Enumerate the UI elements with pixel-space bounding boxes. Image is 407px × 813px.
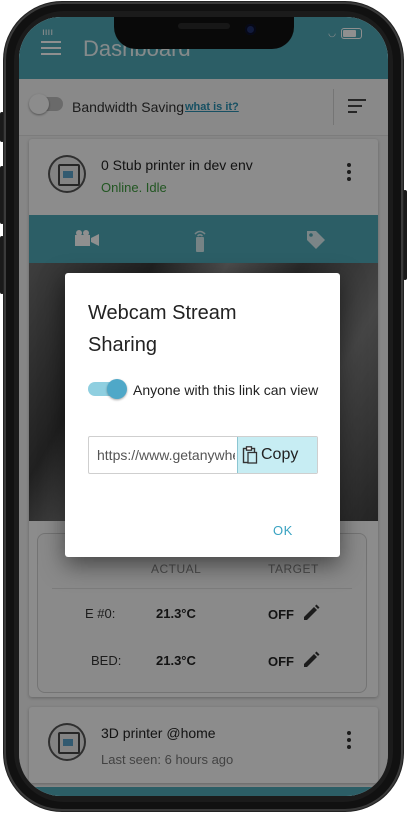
dialog-title: Webcam Stream Sharing	[88, 302, 237, 356]
link-sharing-toggle[interactable]	[88, 379, 127, 399]
screen: ıııı ◡ Dashboard Bandwidth Saving what i…	[19, 17, 388, 796]
webcam-sharing-dialog: Webcam Stream Sharing Anyone with this l…	[65, 273, 340, 557]
share-link-input[interactable]	[89, 437, 235, 473]
copy-label: Copy	[261, 446, 299, 463]
power-button	[403, 190, 407, 280]
copy-button[interactable]: Copy	[237, 437, 317, 473]
share-link-field: Copy	[88, 436, 318, 474]
clipboard-icon	[242, 446, 258, 464]
ok-button[interactable]: OK	[273, 523, 293, 538]
link-sharing-label: Anyone with this link can view	[133, 382, 319, 398]
